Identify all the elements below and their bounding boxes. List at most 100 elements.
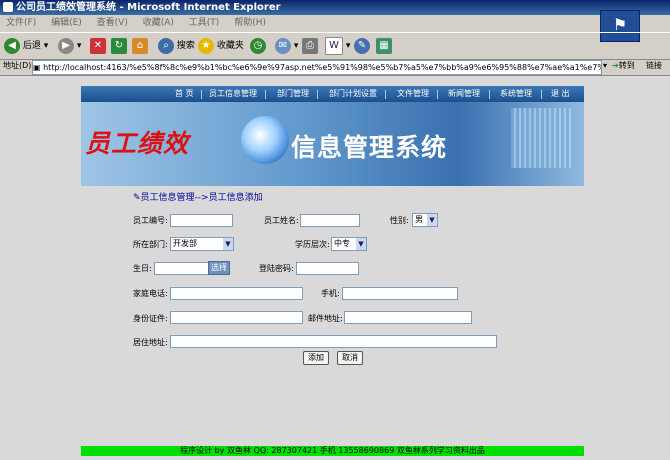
refresh-icon: ↻ [111,37,127,54]
nav-system[interactable]: 系统管理 [500,88,532,100]
idcard-input[interactable] [170,311,303,324]
choose-date-button[interactable]: 选择 [208,261,230,275]
edu-select[interactable]: 中专 ▼ [331,237,367,251]
nav-divider [385,90,386,99]
address-bar: 地址(D) ▣ http://localhost:4163/%e5%8f%8c%… [0,59,670,76]
idcard-label: 身份证件: [133,314,168,323]
email-label: 邮件地址: [308,314,343,323]
gender-value: 男 [415,215,423,224]
birthday-label: 生日: [133,264,152,273]
nav-dept-plan[interactable]: 部门计划设置 [329,88,377,100]
address-field-input[interactable] [170,335,497,348]
nav-divider [265,90,266,99]
gender-label: 性别: [390,216,409,225]
emp-id-input[interactable] [170,214,233,227]
menu-bar: 文件(F) 编辑(E) 查看(V) 收藏(A) 工具(T) 帮助(H) [0,15,600,31]
history-button[interactable]: ◷ [250,36,266,56]
address-label: 地址(D) [3,61,32,70]
menu-help[interactable]: 帮助(H) [234,18,266,28]
nav-divider [541,90,542,99]
back-button[interactable]: ◀ 后退 ▾ [4,36,48,56]
emp-name-label: 员工姓名: [264,216,299,225]
forward-arrow-icon: ▶ [58,37,74,54]
edu-label: 学历层次: [295,240,330,249]
edit-icon: ✎ [133,193,141,203]
menu-favorites[interactable]: 收藏(A) [143,18,174,28]
dept-label: 所在部门: [133,240,168,249]
top-nav: 首 页 员工信息管理 部门管理 部门计划设置 文件管理 新闻管理 系统管理 退 … [81,86,584,102]
forward-button[interactable]: ▶ ▾ [58,36,81,56]
go-label: 转到 [618,61,635,70]
edu-value: 中专 [334,239,350,248]
emp-name-input[interactable] [300,214,360,227]
search-icon: ⌕ [158,37,174,54]
address-field-label: 居住地址: [133,338,168,347]
nav-department[interactable]: 部门管理 [277,88,309,100]
edit-button[interactable]: W ▾ [325,36,350,56]
go-button[interactable]: ➔转到 [612,60,635,72]
go-arrow-icon: ➔ [612,61,619,70]
window-titlebar: 公司员工绩效管理系统 - Microsoft Internet Explorer [0,0,670,15]
home-button[interactable]: ⌂ [132,36,148,56]
emp-id-label: 员工编号: [133,216,168,225]
nav-divider [437,90,438,99]
chevron-down-icon: ▼ [427,214,437,226]
banner-title-right: 信息管理系统 [291,133,448,162]
nav-divider [317,90,318,99]
gender-select[interactable]: 男 ▼ [412,213,438,227]
print-button[interactable]: ⎙ [302,36,318,56]
cancel-button[interactable]: 取消 [337,351,363,365]
address-url: http://localhost:4163/%e5%8f%8c%e9%b1%bc… [43,63,601,72]
ie-icon [3,2,13,12]
nav-logout[interactable]: 退 出 [551,88,570,100]
globe-graphic [241,116,289,164]
phone-input[interactable] [170,287,303,300]
dept-select[interactable]: 开发部 ▼ [170,237,234,251]
nav-news[interactable]: 新闻管理 [448,88,480,100]
research-icon: ▦ [376,37,392,54]
mail-button[interactable]: ✉ ▾ [275,36,298,56]
building-graphic [511,108,571,168]
mail-icon: ✉ [275,37,291,54]
password-input[interactable] [296,262,359,275]
mobile-input[interactable] [342,287,458,300]
discuss-button[interactable]: ✎ [354,36,370,56]
links-label[interactable]: 链接 [646,60,662,72]
messenger-button[interactable]: ▦ [376,36,392,56]
menu-view[interactable]: 查看(V) [97,18,128,28]
address-dropdown-icon[interactable]: ▾ [603,60,607,72]
banner-title-left: 员工绩效 [85,129,190,158]
nav-divider [201,90,202,99]
phone-label: 家庭电话: [133,289,168,298]
nav-home[interactable]: 首 页 [175,88,194,100]
search-label: 搜索 [176,41,195,51]
birthday-input[interactable] [154,262,210,275]
menu-edit[interactable]: 编辑(E) [51,18,82,28]
email-input[interactable] [344,311,472,324]
breadcrumb-text: 员工信息管理-->员工信息添加 [140,193,263,203]
address-input[interactable]: ▣ http://localhost:4163/%e5%8f%8c%e9%b1%… [32,60,602,75]
star-icon: ★ [198,37,214,54]
window-title: 公司员工绩效管理系统 - Microsoft Internet Explorer [16,2,281,13]
favorites-button[interactable]: ★ 收藏夹 [198,36,244,56]
password-label: 登陆密码: [259,264,294,273]
nav-divider [489,90,490,99]
breadcrumb: ✎员工信息管理-->员工信息添加 [133,192,263,204]
nav-files[interactable]: 文件管理 [397,88,429,100]
chevron-down-icon: ▼ [356,238,366,250]
menu-tools[interactable]: 工具(T) [189,18,220,28]
mobile-label: 手机: [321,289,340,298]
search-button[interactable]: ⌕ 搜索 [158,36,195,56]
add-button[interactable]: 添加 [303,351,329,365]
menu-file[interactable]: 文件(F) [6,18,36,28]
favorites-label: 收藏夹 [216,41,244,51]
refresh-button[interactable]: ↻ [111,36,127,56]
print-icon: ⎙ [302,37,318,54]
stop-button[interactable]: ✕ [90,36,106,56]
back-label: 后退 [22,41,41,51]
footer-credits: 程序设计 by 双鱼林 QQ: 287307421 手机 13558690869… [81,446,584,456]
toolbar: ◀ 后退 ▾ ▶ ▾ ✕ ↻ ⌂ ⌕ 搜索 ★ 收藏夹 ◷ ✉ ▾ ⎙ W ▾ … [0,32,670,60]
nav-employee-info[interactable]: 员工信息管理 [209,88,257,100]
back-arrow-icon: ◀ [4,37,20,54]
word-icon: W [325,36,343,55]
